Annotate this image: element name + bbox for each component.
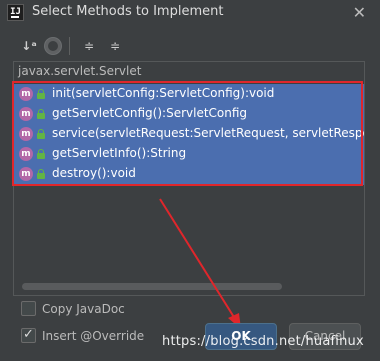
sort-alphabetically-icon[interactable]: ↓ᵃ — [18, 35, 40, 57]
method-row[interactable]: m getServletInfo():String — [14, 144, 364, 164]
method-signature: destroy():void — [52, 166, 136, 180]
method-icon: m — [19, 107, 33, 121]
method-icon: m — [19, 147, 33, 161]
public-lock-icon — [37, 169, 45, 179]
methods-list: m init(servletConfig:ServletConfig):void… — [14, 84, 364, 185]
method-icon: m — [19, 87, 33, 101]
copy-javadoc-checkbox[interactable] — [21, 301, 36, 316]
dialog-title: Select Methods to Implement — [32, 4, 224, 19]
expand-all-icon[interactable]: ≑ — [78, 35, 100, 57]
horizontal-scrollbar[interactable] — [22, 283, 282, 290]
title-bar: IJ Select Methods to Implement ✕ — [0, 0, 380, 26]
intellij-app-icon: IJ — [7, 4, 24, 21]
method-row[interactable]: m destroy():void — [14, 164, 364, 184]
interface-group-label[interactable]: javax.servlet.Servlet — [18, 64, 141, 78]
toolbar-separator — [69, 37, 70, 55]
collapse-all-icon[interactable]: ≑ — [104, 35, 126, 57]
method-signature: init(servletConfig:ServletConfig):void — [52, 86, 275, 100]
method-row[interactable]: m service(servletRequest:ServletRequest,… — [14, 124, 364, 144]
public-lock-icon — [37, 129, 45, 139]
method-signature: service(servletRequest:ServletRequest, s… — [52, 126, 364, 140]
method-icon: m — [19, 167, 33, 181]
public-lock-icon — [37, 89, 45, 99]
close-icon[interactable]: ✕ — [353, 3, 366, 22]
watermark-text: https://blog.csdn.net/huafinux — [162, 334, 364, 349]
insert-override-label[interactable]: Insert @Override — [42, 329, 144, 343]
toolbar: ↓ᵃ ≑ ≑ — [14, 35, 374, 57]
method-signature: getServletInfo():String — [52, 146, 187, 160]
methods-tree-panel: javax.servlet.Servlet m init(servletConf… — [13, 61, 365, 296]
public-lock-icon — [37, 149, 45, 159]
method-icon: m — [19, 127, 33, 141]
insert-override-checkbox[interactable] — [21, 327, 36, 343]
copy-javadoc-label[interactable]: Copy JavaDoc — [42, 302, 125, 316]
method-row[interactable]: m getServletConfig():ServletConfig — [14, 104, 364, 124]
show-classes-toggle-icon[interactable] — [42, 35, 64, 57]
method-signature: getServletConfig():ServletConfig — [52, 106, 248, 120]
method-row[interactable]: m init(servletConfig:ServletConfig):void — [14, 84, 364, 104]
public-lock-icon — [37, 109, 45, 119]
